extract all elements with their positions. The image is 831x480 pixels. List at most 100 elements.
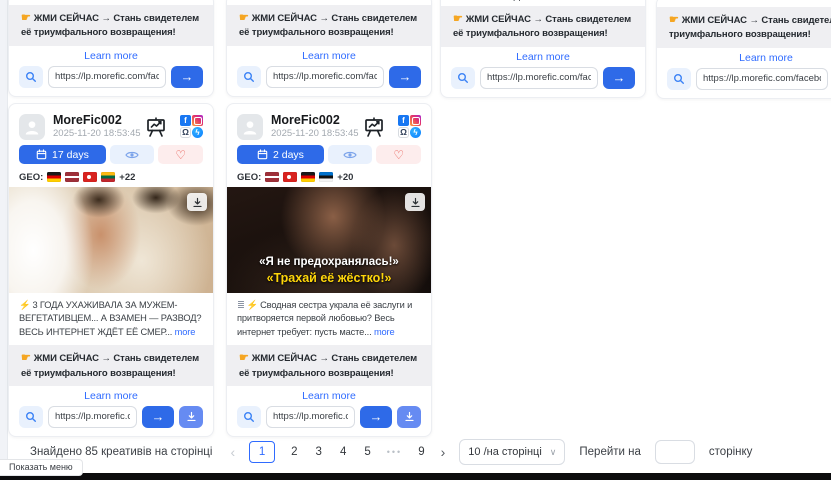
favorite-heart-button[interactable]: ♡ xyxy=(376,145,421,164)
landing-url-input[interactable] xyxy=(480,67,598,89)
heart-icon: ♡ xyxy=(393,148,404,162)
preview-eye-button[interactable] xyxy=(110,145,155,164)
page-4[interactable]: 4 xyxy=(338,446,348,458)
download-image-icon[interactable] xyxy=(187,193,207,211)
more-link[interactable]: more xyxy=(591,0,613,2)
more-link[interactable]: more xyxy=(374,327,395,337)
avatar xyxy=(19,114,45,140)
geo-label: GEO: xyxy=(19,172,43,183)
download-button[interactable] xyxy=(397,406,421,428)
learn-more-link[interactable]: Learn more xyxy=(237,390,421,402)
instagram-icon xyxy=(192,115,203,126)
learn-more-link[interactable]: Learn more xyxy=(667,52,831,64)
show-menu-button[interactable]: Показать меню xyxy=(0,459,83,476)
open-url-button[interactable]: → xyxy=(171,66,203,88)
pointing-finger-icon: ☛ xyxy=(21,352,31,364)
arrow-right-icon: → xyxy=(613,70,626,85)
days-running-button[interactable]: 17 days xyxy=(19,145,106,164)
preview-eye-button[interactable] xyxy=(328,145,373,164)
page-9[interactable]: 9 xyxy=(416,446,426,458)
landing-url-input[interactable] xyxy=(696,68,828,90)
page-1[interactable]: 1 xyxy=(249,441,275,463)
cta-box: ☛ЖМИ СЕЙЧАС → Стань свидетелем её триумф… xyxy=(9,345,213,386)
arrow-right-icon: → xyxy=(370,409,383,424)
search-icon[interactable] xyxy=(667,68,691,90)
flag-ee xyxy=(319,172,333,182)
search-icon[interactable] xyxy=(19,406,43,428)
search-icon[interactable] xyxy=(237,66,261,88)
image-caption-line1: «Я не предохранялась!» xyxy=(227,255,431,271)
flag-de xyxy=(47,172,61,182)
prev-page-button[interactable]: ‹ xyxy=(230,444,235,460)
ad-text-snippet: ИНТЕРНЕТ ЖДЁТ ЕЁ СМЕР ... more xyxy=(451,0,635,2)
open-url-button[interactable]: → xyxy=(142,406,174,428)
creative-image[interactable]: «Я не предохранялась!» «Трахай её жёстко… xyxy=(227,187,431,293)
cta-text: ЖМИ СЕЙЧАС → Стань свидетелем её триумфа… xyxy=(239,13,417,38)
pointing-finger-icon: ☛ xyxy=(239,12,249,24)
learn-more-link[interactable]: Learn more xyxy=(237,50,421,62)
avatar xyxy=(237,114,263,140)
creative-card-partial: ИНТЕРНЕТ ЖДЁТ ЕЁ СМЕР ... more ☛ЖМИ СЕЙЧ… xyxy=(440,0,646,98)
goto-page-input[interactable] xyxy=(655,440,695,464)
days-running-label: 17 days xyxy=(52,149,89,161)
page-size-select[interactable]: 10 /на сторінці ∨ xyxy=(459,439,565,465)
page-size-value: 10 /на сторінці xyxy=(468,446,542,458)
flag-tr xyxy=(283,172,297,182)
url-row: → xyxy=(451,67,635,89)
page-5[interactable]: 5 xyxy=(362,446,372,458)
url-row: → xyxy=(237,66,421,88)
pagination-bar: Знайдено 85 креативів на сторінці ‹ 1 2 … xyxy=(30,439,752,465)
analytics-board-icon[interactable] xyxy=(363,116,385,138)
favorite-heart-button[interactable]: ♡ xyxy=(158,145,203,164)
search-icon[interactable] xyxy=(19,66,43,88)
geo-label: GEO: xyxy=(237,172,261,183)
cta-text: ЖМИ СЕЙЧАС → Стань свидетелем её триумфа… xyxy=(21,13,199,38)
open-url-button[interactable]: → xyxy=(360,406,392,428)
geo-more-count[interactable]: +20 xyxy=(337,172,353,183)
arrow-right-icon: → xyxy=(399,69,412,84)
pointing-finger-icon: ☛ xyxy=(453,13,463,25)
creative-image[interactable] xyxy=(9,187,213,293)
landing-url-input[interactable] xyxy=(48,406,137,428)
landing-url-input[interactable] xyxy=(48,66,166,88)
creatives-spy-page: ☛ЖМИ СЕЙЧАС → Стань свидетелем её триумф… xyxy=(0,0,831,480)
geo-row: GEO: +20 xyxy=(237,171,421,183)
analytics-board-icon[interactable] xyxy=(145,116,167,138)
landing-url-input[interactable] xyxy=(266,66,384,88)
creative-card: MoreFic002 2025-11-20 18:53:45 f Ω ϟ 2 d… xyxy=(226,103,432,437)
landing-url-input[interactable] xyxy=(266,406,355,428)
image-caption-line2: «Трахай её жёстко!» xyxy=(227,270,431,287)
page-2[interactable]: 2 xyxy=(289,446,299,458)
learn-more-link[interactable]: Learn more xyxy=(19,50,203,62)
network-icons: f Ω ϟ xyxy=(180,115,203,138)
geo-more-count[interactable]: +22 xyxy=(119,172,135,183)
url-row: → xyxy=(667,68,831,90)
ad-body-text: ⚡3 ГОДА УХАЖИВАЛА ЗА МУЖЕМ-ВЕГЕТАТИВЦЕМ.… xyxy=(19,299,203,339)
collapsed-menu-bar[interactable] xyxy=(0,473,831,480)
next-page-button[interactable]: › xyxy=(441,444,446,460)
cta-box: ☛ЖМИ СЕЙЧАС → Стань свидетелем её триумф… xyxy=(441,6,645,47)
flag-de xyxy=(301,172,315,182)
learn-more-link[interactable]: Learn more xyxy=(451,51,635,63)
page-3[interactable]: 3 xyxy=(314,446,324,458)
creative-card-partial: ☛ЖМИ СЕЙЧАС → Стань свидетелем её триумф… xyxy=(656,0,831,99)
more-link[interactable]: more xyxy=(175,327,196,337)
pages-ellipsis[interactable]: ••• xyxy=(387,447,402,457)
search-icon[interactable] xyxy=(237,406,261,428)
instagram-icon xyxy=(410,115,421,126)
download-image-icon[interactable] xyxy=(405,193,425,211)
creative-card-partial: ☛ЖМИ СЕЙЧАС → Стань свидетелем её триумф… xyxy=(8,0,214,97)
url-row: → xyxy=(237,406,421,428)
learn-more-link[interactable]: Learn more xyxy=(19,390,203,402)
geo-row: GEO: +22 xyxy=(19,171,203,183)
flag-tr xyxy=(83,172,97,182)
download-button[interactable] xyxy=(179,406,203,428)
search-icon[interactable] xyxy=(451,67,475,89)
card-actions: 2 days ♡ xyxy=(237,145,421,164)
cta-box: ☛ЖМИ СЕЙЧАС → Стань свидетелем её триумф… xyxy=(227,345,431,386)
open-url-button[interactable]: → xyxy=(603,67,635,89)
open-url-button[interactable]: → xyxy=(389,66,421,88)
cta-text: ЖМИ СЕЙЧАС → Стань свидетелем её триумфа… xyxy=(453,14,631,39)
facebook-icon: f xyxy=(398,115,409,126)
days-running-button[interactable]: 2 days xyxy=(237,145,324,164)
